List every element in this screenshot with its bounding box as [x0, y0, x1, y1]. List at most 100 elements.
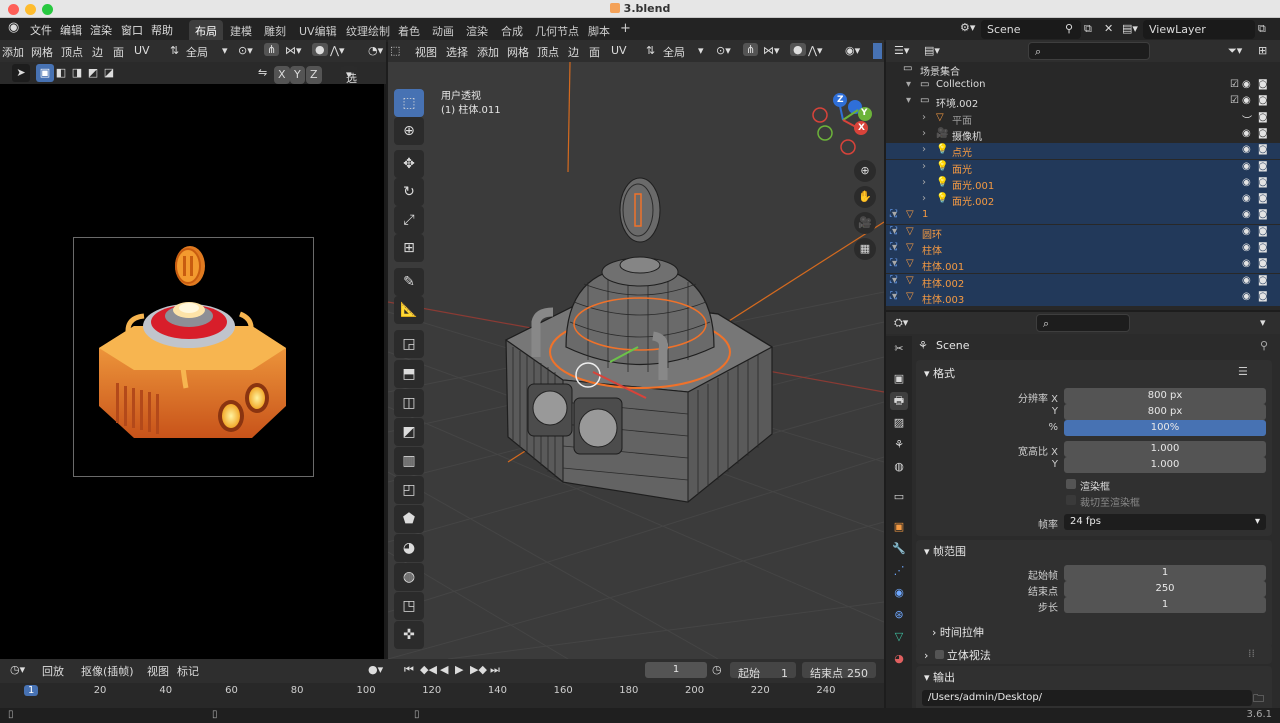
uv-options-dropdown[interactable]: 选项 ▾ [340, 66, 358, 101]
uv-orientation-dropdown[interactable]: 全局 [186, 44, 208, 60]
render-camera-icon[interactable]: ◙ [1258, 112, 1268, 123]
menu-file[interactable]: 文件 [30, 22, 52, 38]
viewport-menu-add[interactable]: 添加 [477, 44, 499, 60]
aspect-x-field[interactable]: 1.000 [1064, 441, 1266, 457]
new-view-layer-icon[interactable]: ⧉ [1258, 22, 1266, 36]
particles-tab-icon[interactable]: ⋰ [890, 562, 908, 580]
tab-compositing[interactable]: 合成 [495, 20, 529, 40]
timeline-menu-view[interactable]: 视图 [147, 663, 169, 679]
physics-tab-icon[interactable]: ◉ [890, 584, 908, 602]
uv-menu-face[interactable]: 面 [113, 44, 124, 60]
uv-menu-mesh[interactable]: 网格 [31, 44, 53, 60]
move-tool-icon[interactable]: ✥ [394, 150, 424, 178]
menu-edit[interactable]: 编辑 [60, 22, 82, 38]
render-camera-icon[interactable]: ◙ [1258, 161, 1268, 172]
viewport-menu-view[interactable]: 视图 [415, 44, 437, 60]
outliner-row[interactable]: › ▽ 平面 ︶ ◙ [886, 111, 1280, 127]
axis-z-toggle[interactable]: Z [306, 66, 322, 84]
start-frame-field[interactable]: 起始 1 [730, 662, 796, 680]
frame-step-field[interactable]: 1 [1064, 597, 1266, 613]
outliner-row-label[interactable]: Collection [936, 79, 985, 90]
visibility-eye-icon[interactable]: ◉ [1242, 193, 1251, 204]
aspect-y-field[interactable]: 1.000 [1064, 457, 1266, 473]
viewport-menu-uv[interactable]: UV [611, 44, 627, 57]
select-box-tool-icon[interactable]: ⬚ [394, 89, 424, 117]
expand-arrow-icon[interactable]: ▾ [892, 258, 897, 269]
scene-icon[interactable]: ⚙▾ [960, 21, 975, 34]
outliner-row-label[interactable]: 柱体.001 [922, 258, 964, 273]
outliner-row-label[interactable]: 平面 [952, 112, 972, 127]
snap-icon[interactable]: ⋔ [743, 43, 759, 56]
outliner-row[interactable]: › 💡 面光 ◉ ◙ [886, 159, 1280, 176]
visibility-eye-icon[interactable]: ◉ [1242, 79, 1251, 90]
data-tab-icon[interactable]: ▽ [890, 628, 908, 646]
overlay-icon[interactable]: ◔▾ [368, 44, 383, 57]
outliner-row[interactable]: › 🎥 摄像机 ◉ ◙ [886, 127, 1280, 143]
pin-icon[interactable]: ⚲ [1260, 339, 1268, 352]
new-scene-icon[interactable]: ⧉ [1084, 22, 1092, 36]
orientation-icon[interactable]: ⇅ [170, 44, 179, 57]
visibility-eye-icon[interactable]: ◉ [1242, 209, 1251, 220]
sidebar-toggle[interactable] [873, 43, 882, 59]
timeline-tick-label[interactable]: 180 [619, 685, 638, 696]
render-tab-icon[interactable]: ▣ [890, 370, 908, 388]
visibility-eye-icon[interactable]: ◉ [1242, 226, 1251, 237]
outliner-editor-icon[interactable]: ☰▾ [894, 44, 909, 57]
tab-modeling[interactable]: 建模 [224, 20, 258, 40]
add-workspace-button[interactable]: + [614, 18, 637, 38]
tab-geometry-nodes[interactable]: 几何节点 [529, 20, 585, 40]
visibility-eye-icon[interactable]: ◉ [1242, 161, 1251, 172]
expand-arrow-icon[interactable]: › [922, 112, 926, 123]
timeline-editor-icon[interactable]: ◷▾ [10, 663, 25, 676]
snap-target-icon[interactable]: ⋈▾ [763, 44, 780, 57]
render-camera-icon[interactable]: ◙ [1258, 258, 1268, 269]
record-icon[interactable]: ●▾ [368, 663, 383, 676]
pivot-icon[interactable]: ⊙▾ [716, 44, 731, 57]
falloff-icon[interactable]: ⋀▾ [808, 44, 823, 57]
render-camera-icon[interactable]: ◙ [1258, 128, 1268, 139]
clock-icon[interactable]: ◷ [712, 663, 722, 676]
pin-icon[interactable]: ⚲ [1065, 22, 1073, 35]
format-panel-header[interactable]: ▾ 格式 [924, 365, 955, 381]
editor-type-icon[interactable]: ⬚ [390, 44, 400, 57]
outliner-row-label[interactable]: 摄像机 [952, 128, 982, 143]
timeline-tick-label[interactable]: 20 [94, 685, 107, 696]
add-cube-tool-icon[interactable]: ◲ [394, 330, 424, 358]
modifier-tab-icon[interactable]: 🔧 [890, 540, 908, 558]
viewport-menu-face[interactable]: 面 [589, 44, 600, 60]
outliner-row-label[interactable]: 面光.002 [952, 193, 994, 208]
display-mode-icon[interactable]: ▤▾ [924, 44, 940, 57]
render-camera-icon[interactable]: ◙ [1258, 95, 1268, 106]
expand-arrow-icon[interactable]: › [922, 161, 926, 172]
select-intersect-icon[interactable]: ◪ [100, 64, 118, 82]
timeline-menu-playback[interactable]: 回放 [42, 663, 64, 679]
jump-keyframe-back-icon[interactable]: ◆◀ [420, 663, 437, 676]
menu-help[interactable]: 帮助 [151, 22, 173, 38]
render-camera-icon[interactable]: ◙ [1258, 275, 1268, 286]
tab-shading[interactable]: 着色 [392, 20, 426, 40]
visibility-eye-icon[interactable]: ◉ [1242, 275, 1251, 286]
zoom-icon[interactable]: ⊕ [854, 160, 876, 182]
render-camera-icon[interactable]: ◙ [1258, 291, 1268, 302]
outliner-row-label[interactable]: 点光 [952, 144, 972, 159]
chevron-down-icon[interactable]: ▾ [222, 44, 228, 57]
viewport-menu-vertex[interactable]: 顶点 [537, 44, 559, 60]
tab-uv-editing[interactable]: UV编辑 [293, 20, 343, 40]
jump-start-icon[interactable]: ⏮ [404, 663, 414, 677]
properties-search-input[interactable]: ⌕ [1036, 314, 1130, 332]
visibility-eye-icon[interactable]: ◉ [1242, 144, 1251, 155]
outliner-row-label[interactable]: 柱体 [922, 242, 942, 257]
timeline-tick-label[interactable]: 120 [422, 685, 441, 696]
outliner-row[interactable]: ⛶ ▾ ▽ 柱体.002 ◉ ◙ [886, 273, 1280, 290]
timeline-menu-marker[interactable]: 标记 [177, 663, 199, 679]
outliner-row[interactable]: ⛶ ▾ ▽ 柱体.001 ◉ ◙ [886, 257, 1280, 274]
time-stretch-subpanel[interactable]: › 时间拉伸 [932, 624, 984, 640]
outliner-row[interactable]: ⛶ ▾ ▽ 柱体 ◉ ◙ [886, 241, 1280, 257]
viewport-menu-mesh[interactable]: 网格 [507, 44, 529, 60]
poly-build-tool-icon[interactable]: ⬟ [394, 505, 424, 533]
gizmo-z-label[interactable]: Z [837, 95, 844, 105]
outliner-row-label[interactable]: 面光 [952, 161, 972, 176]
viewport-menu-select[interactable]: 选择 [446, 44, 468, 60]
tab-layout[interactable]: 布局 [189, 20, 223, 40]
jump-end-icon[interactable]: ⏭ [490, 663, 500, 677]
